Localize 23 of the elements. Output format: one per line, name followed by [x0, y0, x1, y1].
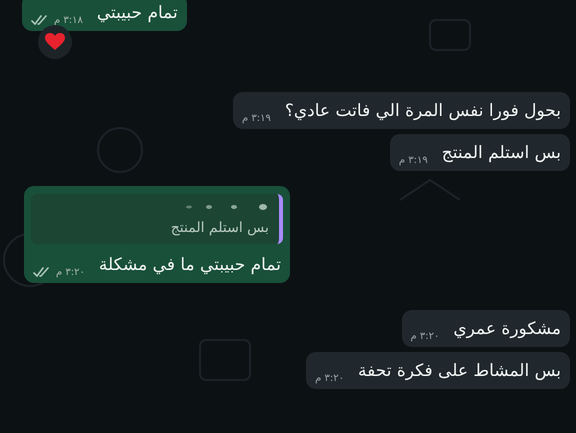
double-check-icon [31, 15, 49, 26]
message-text: تمام حبيبتي ما في مشكلة [98, 254, 281, 277]
double-check-icon [33, 267, 51, 278]
quoted-message[interactable]: بس استلم المنتج [31, 194, 283, 244]
quoted-text: بس استلم المنتج [170, 220, 269, 236]
message-text: مشكورة عمري [453, 318, 561, 341]
message-text: تمام حبيبتي [96, 2, 178, 25]
message-text: بحول فورا نفس المرة الي فاتت عادي؟ [284, 100, 561, 123]
message-time: ٣:١٩ م [398, 155, 428, 166]
message-time: ٣:٢٠ م [315, 373, 344, 384]
message-time: ٣:١٩ م [242, 113, 271, 124]
message-text: بس استلم المنتج [442, 142, 561, 165]
message-time: ٣:٢٠ م [56, 267, 85, 278]
received-message-bubble[interactable]: بس المشاط على فكرة تحفة ٣:٢٠ م [306, 352, 570, 389]
message-time: ٣:١٨ م [54, 15, 83, 26]
received-message-bubble[interactable]: بس استلم المنتج ٣:١٩ م [390, 134, 570, 171]
message-text: بس المشاط على فكرة تحفة [358, 360, 561, 383]
received-message-bubble[interactable]: بحول فورا نفس المرة الي فاتت عادي؟ ٣:١٩ م [232, 92, 570, 129]
sent-message-bubble[interactable]: بس استلم المنتج تمام حبيبتي ما في مشكلة ٣:٢٠ م [24, 186, 290, 283]
sent-message-bubble[interactable]: تمام حبيبتي ٣:١٨ م [22, 0, 187, 31]
received-message-bubble[interactable]: مشكورة عمري ٣:٢٠ م [402, 310, 570, 347]
heart-reaction-icon[interactable] [38, 25, 72, 59]
message-time: ٣:٢٠ م [410, 331, 440, 342]
